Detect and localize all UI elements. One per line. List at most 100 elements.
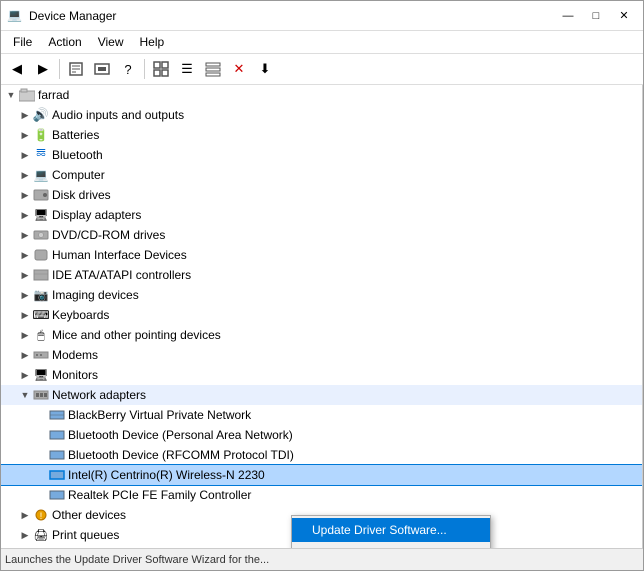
main-content: ▼ farrad ▶ 🔊 Audio inputs and outputs ▶ … [1,85,643,548]
ctx-disable[interactable]: Disable [292,542,490,548]
minimize-button[interactable]: — [555,6,581,26]
tree-item-audio[interactable]: ▶ 🔊 Audio inputs and outputs [1,105,642,125]
menu-help[interactable]: Help [132,33,173,51]
window-controls: — □ ✕ [555,6,637,26]
update-button[interactable]: ⬇ [253,57,277,81]
delete-button[interactable]: ✕ [227,57,251,81]
audio-icon: 🔊 [33,107,49,123]
tree-item-modems[interactable]: ▶ Modems [1,345,642,365]
blackberry-label: BlackBerry Virtual Private Network [68,408,251,422]
tree-item-keyboards[interactable]: ▶ ⌨ Keyboards [1,305,642,325]
toolbar-separator-2 [144,59,145,79]
imaging-label: Imaging devices [52,288,139,302]
expand-button[interactable] [149,57,173,81]
maximize-button[interactable]: □ [583,6,609,26]
properties-button[interactable] [64,57,88,81]
batteries-icon: 🔋 [33,127,49,143]
btrfcomm-icon [49,447,65,463]
netadapters-expand-icon[interactable]: ▼ [17,387,33,403]
bluetooth-expand-icon[interactable]: ▶ [17,147,33,163]
root-icon [19,87,35,103]
list-button[interactable]: ☰ [175,57,199,81]
toolbar-separator-1 [59,59,60,79]
ctx-update-driver[interactable]: Update Driver Software... [292,518,490,542]
imaging-expand-icon[interactable]: ▶ [17,287,33,303]
tree-item-mice[interactable]: ▶ 🖱 Mice and other pointing devices [1,325,642,345]
print-expand-icon[interactable]: ▶ [17,527,33,543]
dvd-label: DVD/CD-ROM drives [52,228,165,242]
menu-bar: File Action View Help [1,31,643,54]
ide-icon [33,267,49,283]
print-label: Print queues [52,528,119,542]
tree-item-computer[interactable]: ▶ 💻 Computer [1,165,642,185]
tree-item-bluetooth[interactable]: ▶ ⯹ Bluetooth [1,145,642,165]
tree-item-blackberry[interactable]: ▶ BlackBerry Virtual Private Network [1,405,642,425]
details-button[interactable] [201,57,225,81]
batteries-expand-icon[interactable]: ▶ [17,127,33,143]
monitors-label: Monitors [52,368,98,382]
netadapters-label: Network adapters [52,388,146,402]
close-button[interactable]: ✕ [611,6,637,26]
diskdrives-label: Disk drives [52,188,111,202]
scan-button[interactable] [90,57,114,81]
blackberry-icon [49,407,65,423]
tree-item-imaging[interactable]: ▶ 📷 Imaging devices [1,285,642,305]
device-manager-window: 💻 Device Manager — □ ✕ File Action View … [0,0,644,571]
other-expand-icon[interactable]: ▶ [17,507,33,523]
dvd-icon [33,227,49,243]
tree-item-btpan[interactable]: ▶ Bluetooth Device (Personal Area Networ… [1,425,642,445]
menu-view[interactable]: View [90,33,132,51]
forward-button[interactable]: ▶ [31,57,55,81]
svg-text:!: ! [40,511,43,521]
tree-item-hid[interactable]: ▶ Human Interface Devices [1,245,642,265]
menu-file[interactable]: File [5,33,40,51]
hid-label: Human Interface Devices [52,248,187,262]
other-label: Other devices [52,508,126,522]
modems-expand-icon[interactable]: ▶ [17,347,33,363]
disk-expand-icon[interactable]: ▶ [17,187,33,203]
hid-expand-icon[interactable]: ▶ [17,247,33,263]
intel-label: Intel(R) Centrino(R) Wireless-N 2230 [68,468,265,482]
root-expand-icon[interactable]: ▼ [3,87,19,103]
tree-item-monitors[interactable]: ▶ 🖥 Monitors [1,365,642,385]
tree-item-batteries[interactable]: ▶ 🔋 Batteries [1,125,642,145]
tree-item-intel[interactable]: ▶ Intel(R) Centrino(R) Wireless-N 2230 [1,465,642,485]
computer-expand-icon[interactable]: ▶ [17,167,33,183]
processors-icon [33,547,49,548]
processors-expand-icon[interactable]: ▶ [17,547,33,548]
tree-item-ide[interactable]: ▶ IDE ATA/ATAPI controllers [1,265,642,285]
keyboards-label: Keyboards [52,308,109,322]
tree-item-diskdrives[interactable]: ▶ Disk drives [1,185,642,205]
display-label: Display adapters [52,208,141,222]
realtek-label: Realtek PCIe FE Family Controller [68,488,251,502]
tree-item-display[interactable]: ▶ 🖥 Display adapters [1,205,642,225]
mice-expand-icon[interactable]: ▶ [17,327,33,343]
dvd-expand-icon[interactable]: ▶ [17,227,33,243]
ide-expand-icon[interactable]: ▶ [17,267,33,283]
window-title: Device Manager [29,9,116,23]
imaging-icon: 📷 [33,287,49,303]
tree-item-btrfcomm[interactable]: ▶ Bluetooth Device (RFCOMM Protocol TDI) [1,445,642,465]
toolbar: ◀ ▶ ? ☰ ✕ ⬇ [1,54,643,85]
computer-icon: 💻 [33,167,49,183]
tree-item-realtek[interactable]: ▶ Realtek PCIe FE Family Controller [1,485,642,505]
monitors-expand-icon[interactable]: ▶ [17,367,33,383]
tree-item-netadapters[interactable]: ▼ Network adapters [1,385,642,405]
batteries-label: Batteries [52,128,99,142]
tree-item-dvd[interactable]: ▶ DVD/CD-ROM drives [1,225,642,245]
monitors-icon: 🖥 [33,367,49,383]
title-bar: 💻 Device Manager — □ ✕ [1,1,643,31]
tree-root[interactable]: ▼ farrad [1,85,642,105]
back-button[interactable]: ◀ [5,57,29,81]
audio-label: Audio inputs and outputs [52,108,184,122]
bluetooth-icon: ⯹ [33,147,49,163]
tree-panel[interactable]: ▼ farrad ▶ 🔊 Audio inputs and outputs ▶ … [1,85,643,548]
keyboards-expand-icon[interactable]: ▶ [17,307,33,323]
audio-expand-icon[interactable]: ▶ [17,107,33,123]
display-expand-icon[interactable]: ▶ [17,207,33,223]
status-bar: Launches the Update Driver Software Wiza… [1,548,643,570]
btrfcomm-label: Bluetooth Device (RFCOMM Protocol TDI) [68,448,294,462]
mice-label: Mice and other pointing devices [52,328,221,342]
help-button[interactable]: ? [116,57,140,81]
menu-action[interactable]: Action [40,33,89,51]
